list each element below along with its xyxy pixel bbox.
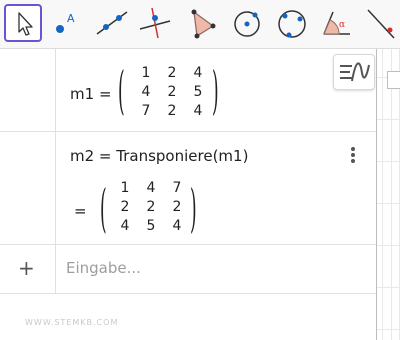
matrix-cell: 7 [172, 180, 182, 196]
tool-point[interactable]: A [46, 4, 84, 42]
matrix-cell: 4 [193, 103, 203, 119]
toolbar: A α [0, 0, 400, 49]
matrix-cell: 2 [167, 65, 177, 81]
graph-style-icon [340, 62, 370, 82]
matrix-cell: 4 [172, 218, 182, 234]
circle-three-points-icon [278, 10, 306, 38]
tool-move[interactable] [4, 4, 42, 42]
algebra-row-m2[interactable]: m2 = Transponiere(m1) = ( ) 147222454 [0, 131, 376, 245]
m1-label: m1 [70, 85, 95, 103]
m2-right-paren: ) [190, 181, 197, 241]
perpendicular-line-icon [139, 7, 171, 39]
graphics-view-header [387, 71, 400, 89]
svg-text:α: α [339, 20, 345, 30]
tool-polygon[interactable] [183, 4, 221, 42]
tool-reflect[interactable] [362, 4, 400, 42]
algebra-input-field[interactable]: Eingabe... [66, 259, 141, 277]
matrix-cell: 2 [167, 84, 177, 100]
line-icon [96, 11, 128, 35]
polygon-icon [191, 9, 216, 39]
matrix-cell: 1 [120, 180, 130, 196]
matrix-cell: 2 [172, 199, 182, 215]
matrix-cell: 4 [146, 180, 156, 196]
watermark: WWW.STEMKB.COM [25, 318, 119, 327]
add-item-icon[interactable]: + [18, 256, 35, 280]
tool-perpendicular[interactable] [136, 4, 174, 42]
matrix-cell: 2 [146, 199, 156, 215]
algebra-input-row[interactable]: + Eingabe... [0, 244, 376, 294]
matrix-cell: 5 [193, 84, 203, 100]
row-gutter [0, 49, 56, 131]
point-icon: A [56, 12, 75, 33]
reflect-icon [367, 9, 395, 39]
tool-angle[interactable]: α [318, 4, 356, 42]
styling-bar-button[interactable] [333, 54, 375, 90]
graphics-view[interactable] [376, 49, 400, 340]
m1-left-paren: ( [118, 63, 125, 123]
matrix-cell: 2 [167, 103, 177, 119]
matrix-cell: 2 [120, 199, 130, 215]
matrix-cell: 4 [120, 218, 130, 234]
algebra-view: m1 = ( ) 124425724 m2 = Transponiere(m1)… [0, 49, 376, 340]
tool-line[interactable] [93, 4, 131, 42]
matrix-cell: 4 [193, 65, 203, 81]
m2-equals: = [74, 202, 87, 220]
angle-icon: α [323, 11, 350, 35]
matrix-cell: 7 [141, 103, 151, 119]
matrix-cell: 1 [141, 65, 151, 81]
matrix-cell: 5 [146, 218, 156, 234]
matrix-cell: 4 [141, 84, 151, 100]
more-options-icon[interactable] [350, 147, 356, 165]
svg-text:A: A [67, 12, 75, 25]
m1-equals: = [99, 85, 112, 103]
m1-right-paren: ) [212, 63, 219, 123]
move-pointer-icon [18, 12, 33, 36]
circle-center-point-icon [234, 11, 260, 37]
algebra-row-m1[interactable]: m1 = ( ) 124425724 [0, 49, 376, 132]
m2-definition: m2 = Transponiere(m1) [70, 147, 249, 165]
tool-circle-three-points[interactable] [273, 4, 311, 42]
m2-left-paren: ( [100, 181, 107, 241]
row-gutter [0, 131, 56, 244]
tool-circle-center[interactable] [228, 4, 266, 42]
